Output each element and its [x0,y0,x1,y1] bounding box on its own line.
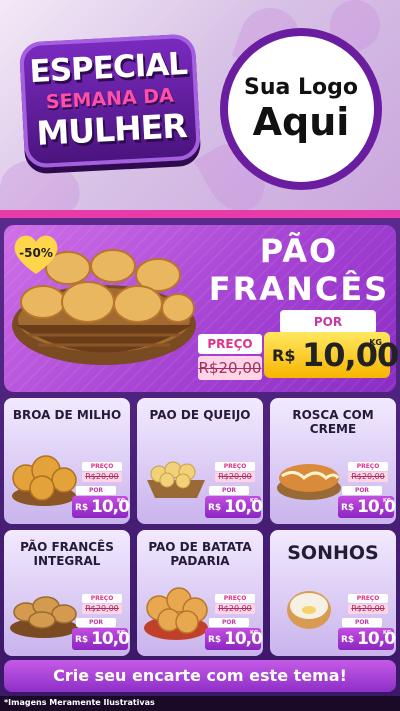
product-por-label: POR [342,486,382,495]
product-title: SONHOS [287,542,379,564]
product-title: PÃO FRANCÊS INTEGRAL [20,540,114,568]
product-currency: R$ [341,635,355,645]
product-por-label: POR [76,486,116,495]
product-currency: R$ [208,503,222,513]
product-card[interactable]: SONHOS PREÇO R$20,00 POR R$ 10,00 KG [270,530,396,656]
product-title: PAO DE BATATA PADARIA [148,540,252,568]
pao-de-queijo-illustration [147,461,205,498]
product-currency: R$ [208,635,222,645]
product-price-tag: R$ 10,00 KG [72,628,130,650]
hero-preco-label: PREÇO [198,334,262,354]
product-title: BROA DE MILHO [12,408,122,422]
product-preco-label: PREÇO [348,594,388,603]
product-price-tag: R$ 10,00 KG [72,496,130,518]
footer-bar: *Imagens Meramente Ilustrativas [0,696,400,711]
product-unit: KG [117,498,125,504]
product-por-label: POR [342,618,382,627]
broa-illustration [12,455,77,506]
product-card[interactable]: BROA DE MILHO PREÇO R$20,00 POR R$ 10,00… [4,398,130,524]
product-currency: R$ [75,635,89,645]
product-price-tag: R$ 10,00 KG [338,496,396,518]
hero-price-tag: R$ 10,00 KG [264,332,399,378]
product-unit: KG [250,498,258,504]
product-old-price: R$20,00 [82,472,122,482]
hero-currency: R$ [272,346,296,365]
product-price-tag: R$ 10,00 KG [338,628,396,650]
product-por-label: POR [76,618,116,627]
rosca-illustration [277,464,341,500]
product-por-label: POR [209,618,249,627]
badge-line3: MULHER [35,106,188,153]
product-unit: KG [383,498,391,504]
product-old-price: R$20,00 [348,472,388,482]
product-currency: R$ [341,503,355,513]
product-card[interactable]: PÃO FRANCÊS INTEGRAL PREÇO R$20,00 POR R… [4,530,130,656]
hero-new-price: 10,00 [302,336,399,374]
product-price-tag: R$ 10,00 KG [205,496,263,518]
product-unit: KG [250,630,258,636]
product-title: PAO DE QUEIJO [149,408,251,422]
pao-frances-integral-illustration [10,596,78,638]
product-title: ROSCA COM CREME [292,408,374,436]
hero-old-price: R$20,00 [198,356,262,380]
cta-banner[interactable]: Crie seu encarte com este tema! [4,660,396,692]
footer-disclaimer: *Imagens Meramente Ilustrativas [4,698,155,707]
product-card[interactable]: PAO DE BATATA PADARIA PREÇO R$20,00 POR … [137,530,263,656]
product-preco-label: PREÇO [82,594,122,603]
logo-line1: Sua Logo [243,74,358,100]
hero-title-line2: FRANCÊS [208,270,390,308]
product-old-price: R$20,00 [348,604,388,614]
logo-line2: Aqui [252,99,350,144]
pao-de-batata-illustration [144,587,208,640]
accent-band [0,210,400,218]
product-old-price: R$20,00 [215,472,255,482]
hero-unit: KG [369,338,382,347]
product-unit: KG [383,630,391,636]
product-preco-label: PREÇO [215,462,255,471]
discount-heart: -50% [12,232,60,276]
hero-title: PÃO FRANCÊS [206,232,392,308]
product-currency: R$ [75,503,89,513]
special-badge: ESPECIAL SEMANA DA MULHER [18,33,202,169]
product-old-price: R$20,00 [215,604,255,614]
sonho-illustration [287,591,331,629]
product-price-tag: R$ 10,00 KG [205,628,263,650]
product-old-price: R$20,00 [82,604,122,614]
product-preco-label: PREÇO [82,462,122,471]
hero-title-line1: PÃO [259,232,339,270]
product-unit: KG [117,630,125,636]
product-preco-label: PREÇO [215,594,255,603]
product-card[interactable]: ROSCA COM CREME PREÇO R$20,00 POR R$ 10,… [270,398,396,524]
product-preco-label: PREÇO [348,462,388,471]
discount-label: -50% [19,246,53,260]
product-card[interactable]: PAO DE QUEIJO PREÇO R$20,00 POR R$ 10,00… [137,398,263,524]
logo-placeholder[interactable]: Sua Logo Aqui [220,28,382,190]
product-por-label: POR [209,486,249,495]
hero-por-label: POR [280,310,376,334]
